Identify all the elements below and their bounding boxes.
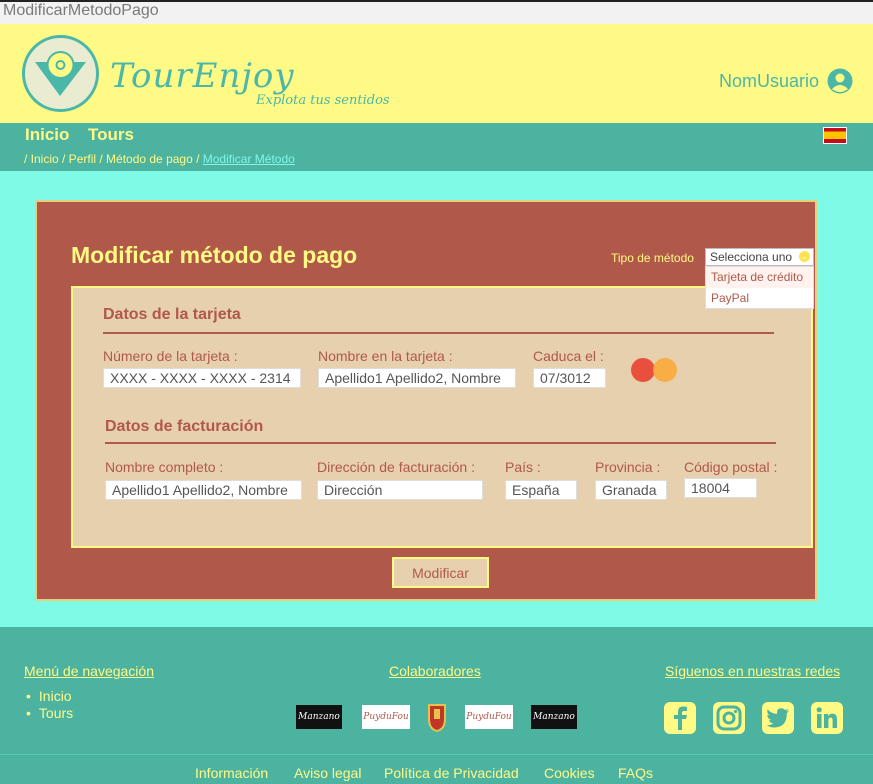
linkedin-icon[interactable] [811, 702, 843, 734]
province-input[interactable]: Granada [595, 480, 667, 500]
user-menu[interactable]: NomUsuario [719, 68, 853, 94]
card-name-input[interactable]: Apellido1 Apellido2, Nombre [318, 368, 516, 388]
footer-bottom-bar: Información Aviso legal Política de Priv… [0, 754, 873, 784]
collab-logo-puydufou-2[interactable]: PuyduFou [465, 705, 513, 729]
nav-link-tours[interactable]: Tours [88, 125, 134, 145]
method-select-value: Selecciona uno [710, 250, 793, 264]
page-title: Modificar método de pago [71, 242, 358, 268]
postal-code-label: Código postal : [684, 459, 778, 475]
site-footer: Menú de navegación Inicio Tours Colabora… [0, 627, 873, 784]
form-card: Datos de la tarjeta Número de la tarjeta… [71, 286, 813, 548]
card-number-label: Número de la tarjeta : [103, 348, 238, 364]
facebook-icon[interactable] [664, 702, 696, 734]
logo[interactable] [22, 35, 99, 112]
card-section-divider [103, 332, 774, 334]
option-credit-card[interactable]: Tarjeta de crédito [706, 267, 813, 288]
billing-section-title: Datos de facturación [105, 418, 264, 435]
footer-social-title[interactable]: Síguenos en nuestras redes [665, 663, 840, 679]
method-dropdown: Tarjeta de crédito PayPal [705, 266, 814, 309]
footer-link-tours[interactable]: Tours [26, 705, 73, 722]
footer-link-faqs[interactable]: FAQs [618, 765, 653, 781]
main-content: Modificar método de pago Tipo de método … [0, 171, 873, 627]
country-label: País : [505, 459, 541, 475]
instagram-icon[interactable] [713, 702, 745, 734]
card-number-input[interactable]: XXXX - XXXX - XXXX - 2314 [103, 368, 301, 388]
nav-link-inicio[interactable]: Inicio [25, 125, 69, 145]
site-header: TourEnjoy Explota tus sentidos NomUsuari… [0, 24, 873, 123]
method-type-select[interactable]: Selecciona uno ⌄ [705, 248, 814, 266]
option-paypal[interactable]: PayPal [706, 288, 813, 309]
fullname-label: Nombre completo : [105, 459, 224, 475]
breadcrumb: / Inicio / Perfil / Método de pago / Mod… [24, 152, 295, 166]
fullname-input[interactable]: Apellido1 Apellido2, Nombre [105, 480, 302, 500]
card-section-title: Datos de la tarjeta [103, 306, 241, 323]
expiry-label: Caduca el : [533, 348, 604, 364]
expiry-input[interactable]: 07/3012 [533, 368, 606, 388]
billing-address-input[interactable]: Dirección [317, 480, 483, 500]
payment-panel: Modificar método de pago Tipo de método … [35, 200, 817, 601]
billing-address-label: Dirección de facturación : [317, 459, 475, 475]
user-avatar-icon[interactable] [827, 68, 853, 94]
main-nav: Inicio Tours / Inicio / Perfil / Método … [0, 123, 873, 171]
footer-link-informacion[interactable]: Información [195, 765, 268, 781]
mastercard-icon [631, 356, 681, 384]
breadcrumb-current[interactable]: Modificar Método [203, 152, 295, 166]
username[interactable]: NomUsuario [719, 71, 819, 92]
footer-nav-list: Inicio Tours [26, 688, 73, 722]
card-name-label: Nombre en la tarjeta : [318, 348, 453, 364]
breadcrumb-path[interactable]: / Inicio / Perfil / Método de pago / [24, 152, 203, 166]
footer-link-cookies[interactable]: Cookies [544, 765, 595, 781]
logo-pin-icon [35, 51, 86, 96]
twitter-icon[interactable] [762, 702, 794, 734]
collab-logo-puydufou[interactable]: PuyduFou [362, 705, 410, 729]
window-title: ModificarMetodoPago [0, 0, 873, 24]
collab-logo-manzano-2[interactable]: Manzano [531, 705, 577, 729]
chevron-down-icon: ⌄ [799, 251, 810, 262]
country-input[interactable]: España [505, 480, 577, 500]
footer-nav-title[interactable]: Menú de navegación [24, 663, 154, 679]
province-label: Provincia : [595, 459, 661, 475]
language-flag-icon[interactable] [823, 127, 847, 144]
method-type-label: Tipo de método [611, 251, 694, 265]
footer-link-inicio[interactable]: Inicio [26, 688, 73, 705]
footer-link-privacidad[interactable]: Política de Privacidad [384, 765, 519, 781]
footer-collab-title[interactable]: Colaboradores [389, 663, 481, 679]
collab-logo-manzano[interactable]: Manzano [296, 705, 342, 729]
brand-name[interactable]: TourEnjoy [110, 56, 295, 96]
coat-of-arms-icon [428, 704, 446, 733]
footer-link-aviso-legal[interactable]: Aviso legal [294, 765, 361, 781]
collab-logo-crest[interactable] [425, 701, 449, 733]
brand-tagline: Explota tus sentidos [256, 93, 390, 108]
modify-button[interactable]: Modificar [392, 557, 489, 588]
postal-code-input[interactable]: 18004 [684, 478, 757, 498]
billing-section-divider [105, 442, 776, 444]
